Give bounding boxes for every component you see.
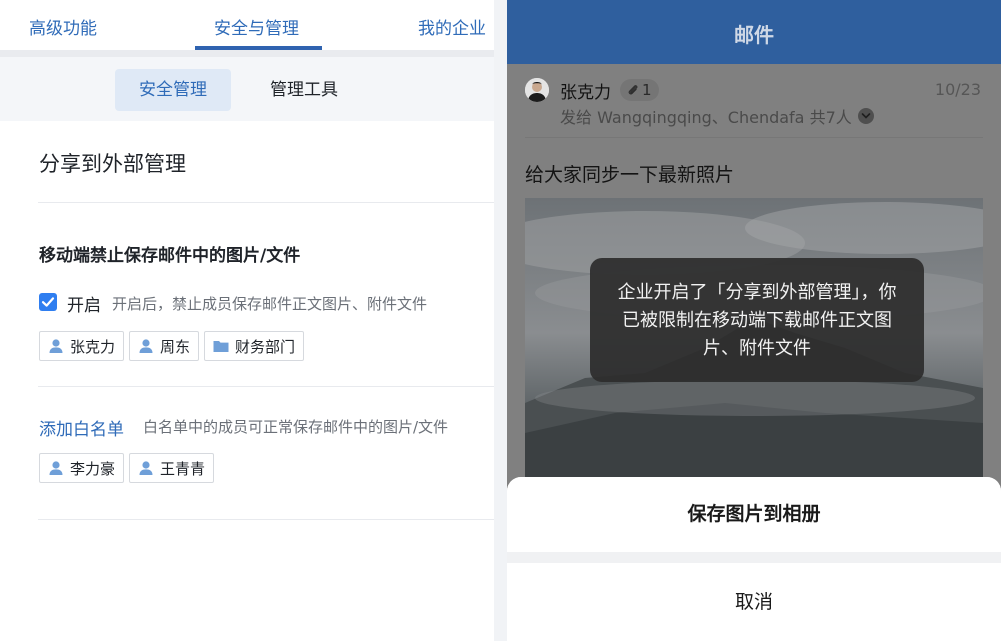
mail-date: 10/23 <box>934 80 981 99</box>
chevron-down-icon <box>861 113 871 119</box>
divider <box>38 202 494 203</box>
attachment-badge[interactable]: 1 <box>620 79 659 101</box>
rule-title: 移动端禁止保存邮件中的图片/文件 <box>39 246 301 266</box>
expand-recipients-button[interactable] <box>857 108 874 124</box>
panel-gap <box>494 0 507 641</box>
enable-label: 开启 <box>67 296 101 316</box>
section-title: 分享到外部管理 <box>39 152 186 176</box>
divider <box>525 137 983 138</box>
user-icon <box>139 461 153 475</box>
chip-label: 王青青 <box>160 459 206 478</box>
chip-label: 财务部门 <box>235 337 296 356</box>
chip-label: 周东 <box>160 337 191 356</box>
chip-label: 李力豪 <box>70 459 116 478</box>
header-title: 邮件 <box>734 23 774 47</box>
subtab-tools[interactable]: 管理工具 <box>246 69 362 111</box>
attachment-count: 1 <box>642 81 652 99</box>
divider <box>38 519 494 520</box>
check-icon <box>41 297 55 307</box>
user-icon <box>139 339 153 353</box>
divider <box>0 50 494 57</box>
sender-name[interactable]: 张克力 <box>560 78 611 103</box>
member-chip[interactable]: 张克力 <box>39 331 125 361</box>
member-chip[interactable]: 周东 <box>129 331 200 361</box>
subtab-security[interactable]: 安全管理 <box>115 69 231 111</box>
user-icon <box>49 461 63 475</box>
whitelist-description: 白名单中的成员可正常保存邮件中的图片/文件 <box>143 418 449 436</box>
mobile-mail-preview: 邮件 张克力 1 10/23 发给 Wangqingqing、Chendafa … <box>507 0 1001 641</box>
mail-subject: 给大家同步一下最新照片 <box>525 164 735 186</box>
whitelist-member-chip[interactable]: 李力豪 <box>39 453 125 483</box>
restriction-toast: 企业开启了「分享到外部管理」，你已被限制在移动端下载邮件正文图片、附件文件 <box>590 258 924 382</box>
whitelist-member-chip[interactable]: 王青青 <box>129 453 215 483</box>
mail-header: 邮件 <box>507 0 1001 64</box>
folder-icon <box>213 341 229 352</box>
tab-advanced-features[interactable]: 高级功能 <box>29 14 97 39</box>
admin-console: 高级功能 安全与管理 我的企业 安全管理 管理工具 分享到外部管理 移动端禁止保… <box>0 0 494 641</box>
enable-description: 开启后，禁止成员保存邮件正文图片、附件文件 <box>112 295 428 313</box>
save-to-album-button[interactable]: 保存图片到相册 <box>507 477 1001 552</box>
user-icon <box>49 339 63 353</box>
divider <box>38 386 494 387</box>
add-whitelist-link[interactable]: 添加白名单 <box>39 415 124 440</box>
sub-tab-bar: 安全管理 管理工具 <box>0 57 494 121</box>
chip-label: 张克力 <box>70 337 116 356</box>
action-sheet: 保存图片到相册 取消 <box>507 477 1001 641</box>
avatar[interactable] <box>525 78 549 102</box>
recipients-text: 发给 Wangqingqing、Chendafa 共7人 <box>560 108 852 127</box>
cancel-button[interactable]: 取消 <box>507 563 1001 641</box>
enable-checkbox[interactable] <box>39 293 57 311</box>
tab-my-enterprise[interactable]: 我的企业 <box>418 14 486 39</box>
tab-security-management[interactable]: 安全与管理 <box>214 14 299 39</box>
department-chip[interactable]: 财务部门 <box>204 331 305 361</box>
recipients-line: 发给 Wangqingqing、Chendafa 共7人 <box>560 104 874 128</box>
paperclip-icon <box>628 85 638 95</box>
top-tab-bar: 高级功能 安全与管理 我的企业 <box>0 0 494 50</box>
avatar-image <box>525 78 549 102</box>
